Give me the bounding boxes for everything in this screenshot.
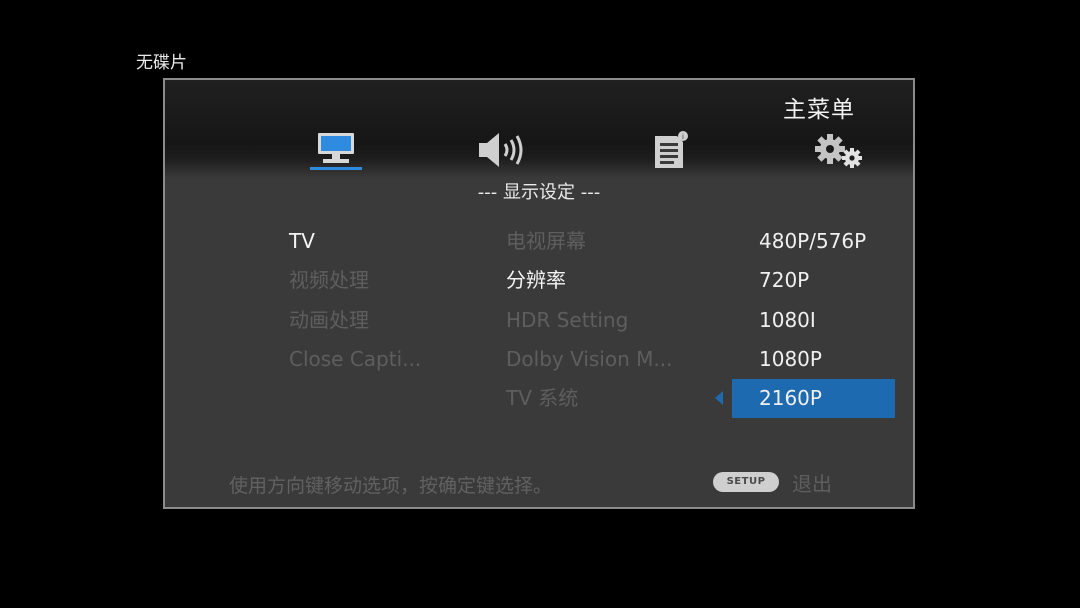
main-menu-panel: 主菜单 i --- 显示设定 --- TV 视频处理 动画处理 Close Ca… — [163, 78, 915, 509]
settings-gears-icon — [814, 132, 866, 172]
option-item-480p-576p[interactable]: 480P/576P — [759, 222, 895, 261]
setup-key-badge[interactable]: SETUP — [713, 472, 779, 492]
setting-list: 电视屏幕 分辨率 HDR Setting Dolby Vision M... T… — [506, 222, 672, 418]
category-item-video-processing[interactable]: 视频处理 — [289, 261, 421, 300]
category-list: TV 视频处理 动画处理 Close Capti... — [289, 222, 421, 379]
language-icon: i — [651, 130, 691, 170]
menu-tab-bar: 主菜单 i — [165, 80, 913, 178]
tab-system[interactable] — [814, 132, 866, 172]
option-list: 480P/576P 720P 1080I 1080P 2160P — [715, 222, 895, 419]
category-item-tv[interactable]: TV — [289, 222, 421, 261]
display-icon — [310, 128, 362, 172]
setting-item-tv-system[interactable]: TV 系统 — [506, 379, 672, 418]
setting-item-tv-screen[interactable]: 电视屏幕 — [506, 222, 672, 261]
setting-item-resolution[interactable]: 分辨率 — [506, 261, 672, 300]
svg-text:i: i — [682, 133, 684, 141]
navigation-hint: 使用方向键移动选项，按确定键选择。 — [229, 475, 553, 497]
option-item-720p[interactable]: 720P — [759, 261, 895, 300]
setting-item-dolby-vision[interactable]: Dolby Vision M... — [506, 340, 672, 379]
disc-status: 无碟片 — [136, 53, 187, 73]
menu-title: 主菜单 — [783, 97, 855, 123]
section-title: --- 显示设定 --- — [477, 182, 601, 203]
speaker-icon — [477, 130, 531, 170]
tab-display[interactable] — [310, 128, 362, 172]
exit-label: 退出 — [792, 472, 832, 496]
option-item-1080i[interactable]: 1080I — [759, 301, 895, 340]
tab-language[interactable]: i — [651, 130, 691, 170]
option-item-2160p-selected[interactable]: 2160P — [715, 379, 895, 419]
option-item-1080p[interactable]: 1080P — [759, 340, 895, 379]
setting-item-hdr[interactable]: HDR Setting — [506, 301, 672, 340]
tab-audio[interactable] — [477, 130, 531, 170]
category-item-animation-processing[interactable]: 动画处理 — [289, 301, 421, 340]
category-item-closed-captions[interactable]: Close Capti... — [289, 340, 421, 379]
